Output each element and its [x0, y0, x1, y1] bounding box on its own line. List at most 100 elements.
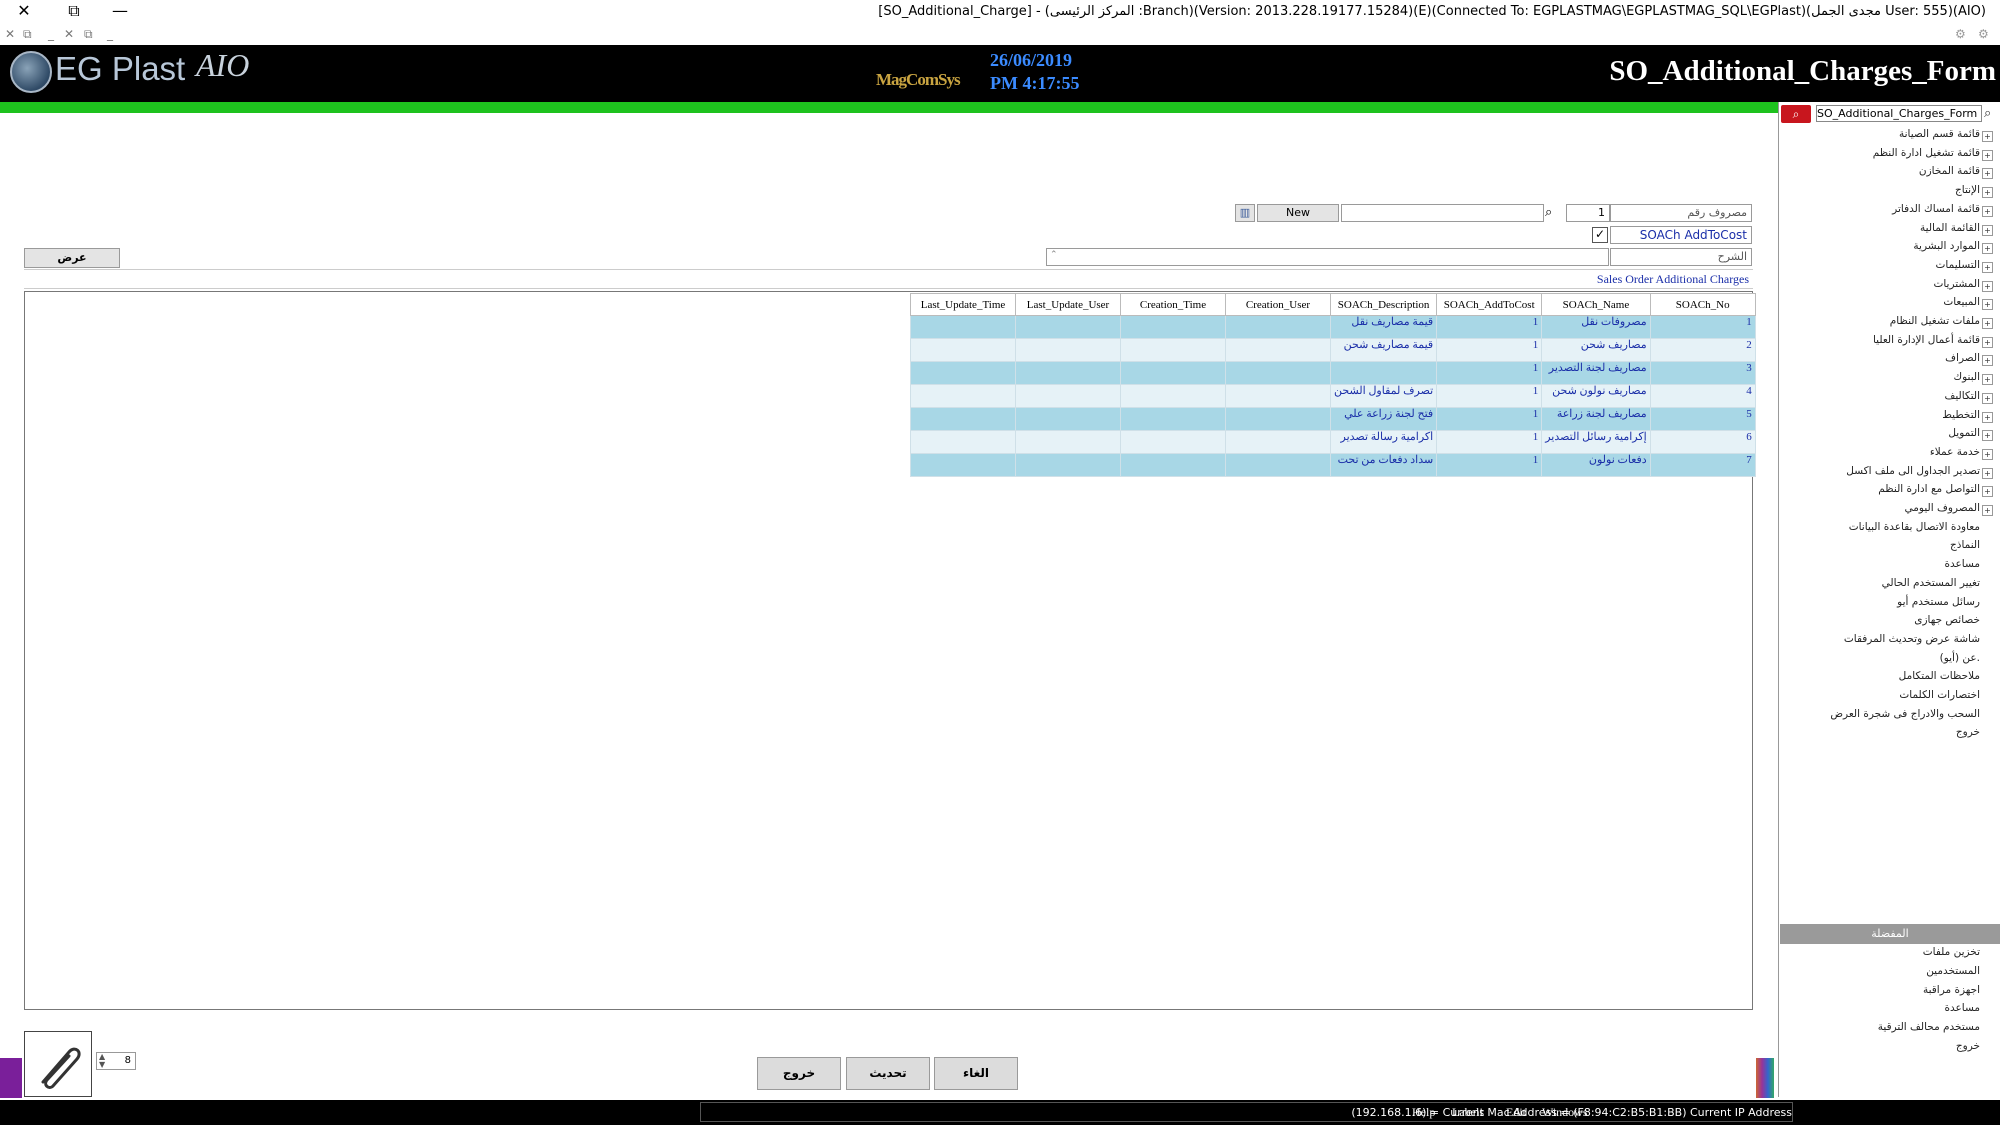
sidebar-tree-item[interactable]: المصروف اليومي +: [1780, 502, 1996, 518]
sidebar-tree-item[interactable]: التكاليف +: [1780, 390, 1996, 406]
expand-plus-icon[interactable]: +: [1982, 374, 1993, 386]
expand-plus-icon[interactable]: +: [1982, 168, 1993, 180]
expand-plus-icon[interactable]: +: [1982, 318, 1993, 329]
mdi-restore-icon-2[interactable]: ⧉: [84, 27, 93, 42]
cell-no[interactable]: 7: [1649, 453, 1756, 477]
sidebar-search-input[interactable]: SO_Additional_Charges_Form: [1816, 105, 1982, 122]
cell-no[interactable]: 2: [1649, 338, 1756, 362]
favorites-item[interactable]: اجهزة مراقبة: [1780, 984, 1996, 1000]
col-last-update-time[interactable]: Last_Update_Time: [910, 293, 1016, 316]
cell-creation-time[interactable]: [1120, 338, 1226, 362]
cell-last-update-time[interactable]: [910, 384, 1016, 408]
sidebar-tree-item[interactable]: معاودة الاتصال بقاعدة البيانات: [1780, 521, 1996, 537]
sidebar-tree-item[interactable]: اختصارات الكلمات: [1780, 689, 1996, 705]
table-row[interactable]: قيمة مصاريف شحن 1 مصاريف شحن 2: [910, 338, 1756, 362]
expense-no-input[interactable]: 1: [1566, 204, 1610, 222]
settings-gear-icon[interactable]: ⚙: [1955, 27, 1966, 41]
cell-no[interactable]: 5: [1649, 407, 1756, 431]
cell-addtocost[interactable]: 1: [1436, 338, 1543, 362]
mdi-minimize-icon-2[interactable]: _: [107, 27, 113, 41]
expand-plus-icon[interactable]: +: [1982, 448, 1993, 460]
cell-name[interactable]: مصاريف لجنة زراعة: [1541, 407, 1651, 431]
sidebar-tree-item[interactable]: القائمة المالية +: [1780, 222, 1996, 238]
cell-last-update-user[interactable]: [1015, 361, 1121, 385]
sidebar-tree-item[interactable]: المبيعات +: [1780, 296, 1996, 312]
cell-creation-time[interactable]: [1120, 361, 1226, 385]
sidebar-tree-item[interactable]: الصراف +: [1780, 352, 1996, 368]
col-name[interactable]: SOACh_Name: [1541, 293, 1651, 316]
expand-plus-icon[interactable]: +: [1982, 430, 1993, 442]
col-addtocost[interactable]: SOACh_AddToCost: [1436, 293, 1543, 316]
mdi-close-icon-2[interactable]: ✕: [64, 27, 74, 41]
cell-description[interactable]: سداد دفعات من تحت: [1329, 453, 1438, 477]
cell-creation-time[interactable]: [1120, 407, 1226, 431]
settings-gear-icon-2[interactable]: ⚙: [1978, 27, 1989, 41]
addtocost-checkbox[interactable]: ✓: [1592, 227, 1608, 243]
expand-plus-icon[interactable]: +: [1982, 187, 1993, 199]
sidebar-tree-item[interactable]: السحب والادراج فى شجرة العرض: [1780, 708, 1996, 724]
table-row[interactable]: أكرامية رسالة تصدير 1 إكرامية رسائل التص…: [910, 430, 1756, 454]
search-icon[interactable]: ⌕: [1545, 205, 1552, 220]
cell-description[interactable]: قيمة مصاريف شحن: [1329, 338, 1438, 362]
update-button[interactable]: تحديث: [846, 1057, 930, 1090]
favorites-item[interactable]: تخزين ملفات: [1780, 946, 1996, 962]
cell-creation-user[interactable]: [1225, 361, 1331, 385]
col-creation-user[interactable]: Creation_User: [1225, 293, 1331, 316]
cell-description[interactable]: [1329, 361, 1438, 385]
cell-creation-time[interactable]: [1120, 430, 1226, 454]
sidebar-tree-item[interactable]: تصدير الجداول الى ملف اكسل +: [1780, 465, 1996, 481]
expand-plus-icon[interactable]: +: [1982, 299, 1993, 311]
cell-creation-time[interactable]: [1120, 315, 1226, 339]
sidebar-find-icon[interactable]: ⌕: [1984, 106, 1991, 121]
cell-last-update-user[interactable]: [1015, 430, 1121, 454]
sidebar-tree-item[interactable]: النماذج: [1780, 539, 1996, 555]
expand-plus-icon[interactable]: +: [1982, 224, 1993, 236]
sidebar-tree-item[interactable]: ملفات تشغيل النظام +: [1780, 315, 1996, 331]
cell-creation-time[interactable]: [1120, 453, 1226, 477]
sidebar-tree-item[interactable]: عن (أيو).: [1780, 652, 1996, 668]
cell-last-update-user[interactable]: [1015, 315, 1121, 339]
sidebar-tree-item[interactable]: خدمة عملاء +: [1780, 446, 1996, 462]
expand-plus-icon[interactable]: +: [1982, 505, 1993, 516]
sidebar-tree-item[interactable]: خروج: [1780, 726, 1996, 742]
expand-plus-icon[interactable]: +: [1982, 243, 1993, 255]
cell-addtocost[interactable]: 1: [1436, 453, 1543, 477]
favorites-item[interactable]: المستخدمين: [1780, 965, 1996, 981]
cell-no[interactable]: 1: [1649, 315, 1756, 339]
sidebar-tree-item[interactable]: المشتريات +: [1780, 278, 1996, 294]
new-button[interactable]: New: [1257, 204, 1339, 222]
col-description[interactable]: SOACh_Description: [1329, 293, 1438, 316]
table-row[interactable]: سداد دفعات من تحت 1 دفعات نولون 7: [910, 453, 1756, 477]
cell-name[interactable]: مصاريف نولون شحن: [1541, 384, 1651, 408]
view-button[interactable]: عرض: [24, 248, 120, 268]
cell-no[interactable]: 6: [1649, 430, 1756, 454]
sidebar-tree-item[interactable]: قائمة امساك الدفاتر +: [1780, 203, 1996, 219]
table-row[interactable]: قيمة مصاريف نقل 1 مصروفات نقل 1: [910, 315, 1756, 339]
cell-last-update-user[interactable]: [1015, 384, 1121, 408]
cell-addtocost[interactable]: 1: [1436, 315, 1543, 339]
cell-creation-user[interactable]: [1225, 315, 1331, 339]
mdi-minimize-icon[interactable]: _: [48, 27, 54, 41]
sidebar-tree-item[interactable]: التمويل +: [1780, 427, 1996, 443]
cell-name[interactable]: إكرامية رسائل التصدير: [1541, 430, 1651, 454]
stepper-arrows-icon[interactable]: ▲ ▼: [99, 1053, 105, 1069]
expand-plus-icon[interactable]: +: [1982, 467, 1993, 479]
expand-plus-icon[interactable]: +: [1982, 392, 1993, 404]
favorites-item[interactable]: مستخدم محالف الترقية: [1780, 1021, 1996, 1037]
cell-addtocost[interactable]: 1: [1436, 407, 1543, 431]
expand-plus-icon[interactable]: +: [1982, 131, 1993, 142]
expand-plus-icon[interactable]: +: [1982, 149, 1993, 161]
cell-name[interactable]: مصاريف لجنة التصدير: [1541, 361, 1651, 385]
sidebar-search-button[interactable]: ⌕: [1781, 105, 1811, 123]
sidebar-tree-item[interactable]: خصائص جهازى: [1780, 614, 1996, 630]
mdi-close-icon[interactable]: ✕: [5, 27, 15, 41]
sidebar-tree-item[interactable]: البنوك +: [1780, 371, 1996, 387]
cell-last-update-user[interactable]: [1015, 338, 1121, 362]
sidebar-tree-item[interactable]: تغيير المستخدم الحالي: [1780, 577, 1996, 593]
cell-name[interactable]: دفعات نولون: [1541, 453, 1651, 477]
sidebar-tree-item[interactable]: رسائل مستخدم أيو: [1780, 596, 1996, 612]
cell-addtocost[interactable]: 1: [1436, 430, 1543, 454]
sidebar-tree-item[interactable]: ملاحظات المتكامل: [1780, 670, 1996, 686]
window-close-icon[interactable]: ✕: [12, 1, 36, 20]
sidebar-tree-item[interactable]: الموارد البشرية +: [1780, 240, 1996, 256]
